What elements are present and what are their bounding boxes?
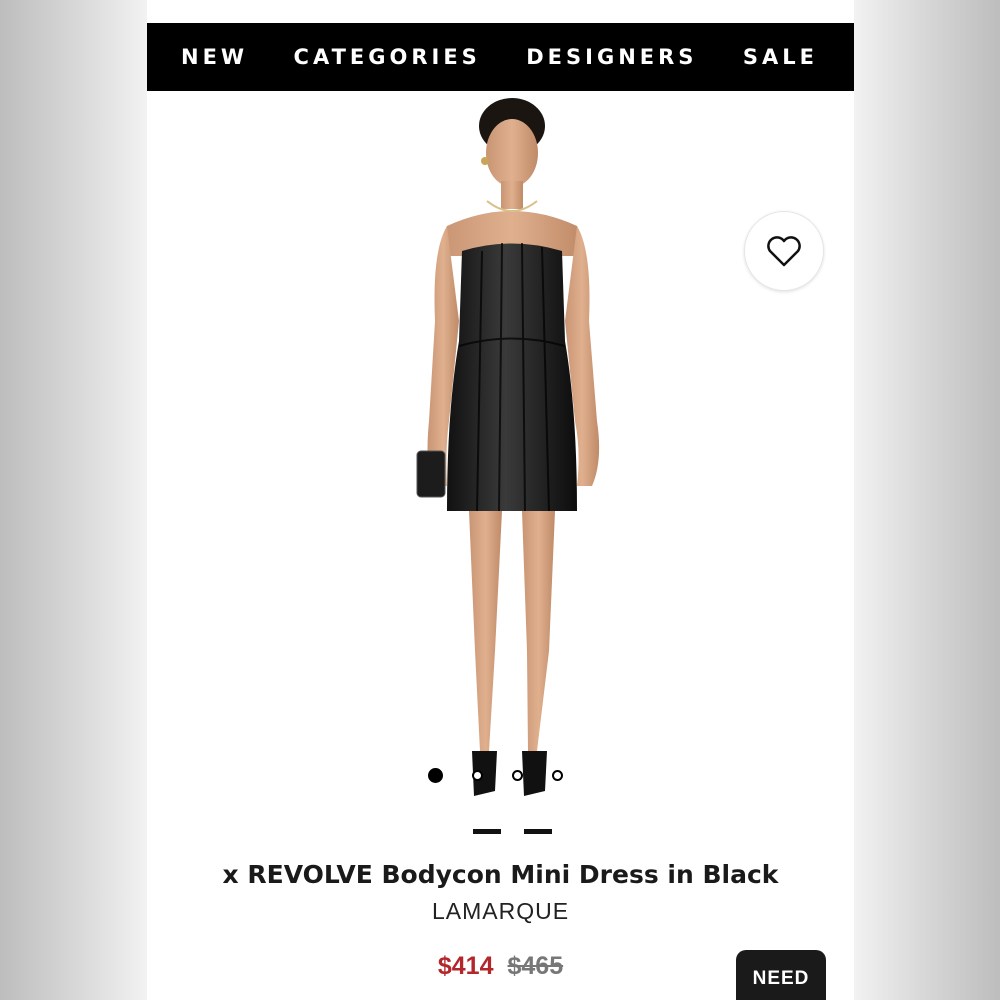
carousel-dot-3[interactable] (512, 770, 523, 781)
need-button[interactable]: NEED (736, 950, 826, 1000)
product-image[interactable] (147, 91, 854, 851)
product-page: NEW CATEGORIES DESIGNERS SALE x REVOLVE … (147, 0, 854, 1000)
original-price: $465 (507, 952, 564, 980)
heart-icon (767, 236, 801, 267)
carousel-dot-4[interactable] (552, 770, 563, 781)
sale-price: $414 (437, 952, 494, 980)
carousel-dot-2[interactable] (472, 770, 483, 781)
nav-new[interactable]: NEW (181, 45, 248, 69)
model-photo (416, 98, 600, 834)
product-title: x REVOLVE Bodycon Mini Dress in Black (222, 860, 779, 889)
image-carousel-dots (428, 768, 563, 783)
carousel-dot-1[interactable] (428, 768, 443, 783)
wishlist-button[interactable] (744, 211, 824, 291)
nav-sale[interactable]: SALE (743, 45, 818, 69)
nav-categories[interactable]: CATEGORIES (294, 45, 481, 69)
product-brand[interactable]: LAMARQUE (147, 898, 854, 925)
top-navigation: NEW CATEGORIES DESIGNERS SALE (147, 23, 854, 91)
nav-designers[interactable]: DESIGNERS (526, 45, 697, 69)
